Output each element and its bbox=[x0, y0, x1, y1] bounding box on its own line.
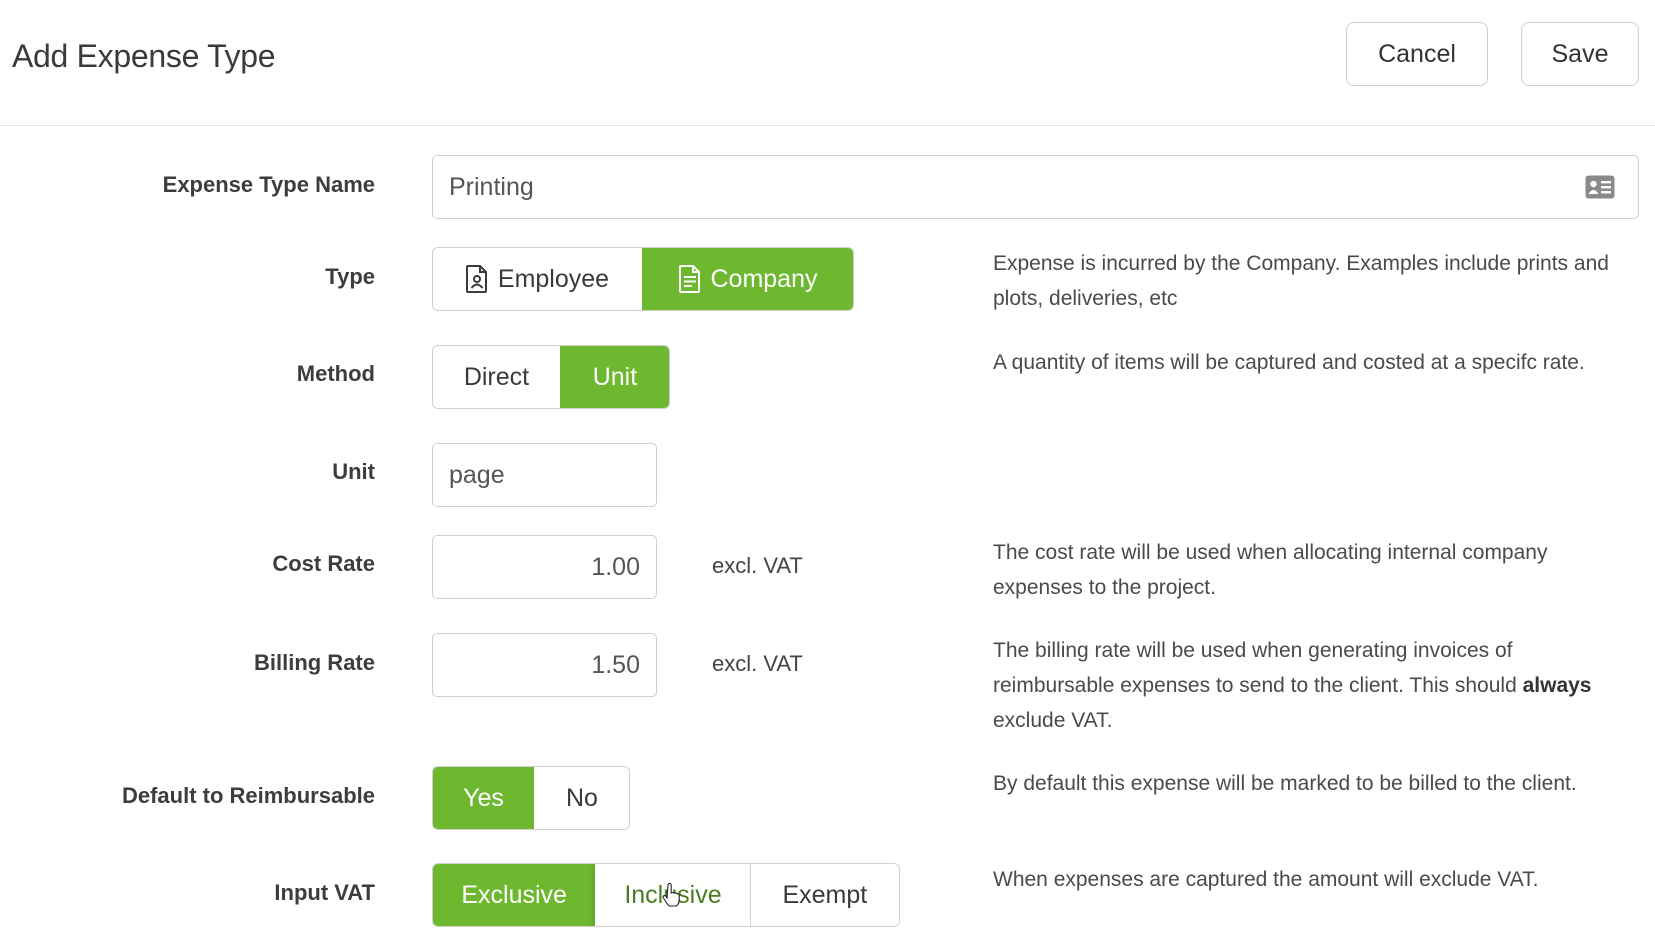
type-segmented-control: Employee Company bbox=[432, 247, 854, 311]
reimbursable-option-no[interactable]: No bbox=[533, 767, 629, 829]
cost-rate-help-text: The cost rate will be used when allocati… bbox=[993, 541, 1548, 599]
billing-rate-label: Billing Rate bbox=[253, 650, 375, 675]
save-button[interactable]: Save bbox=[1521, 22, 1639, 86]
billing-rate-help-bold: always bbox=[1522, 674, 1592, 697]
type-help-text: Expense is incurred by the Company. Exam… bbox=[993, 252, 1609, 310]
method-option-unit[interactable]: Unit bbox=[559, 346, 669, 408]
input-vat-help-text: When expenses are captured the amount wi… bbox=[993, 868, 1539, 891]
billing-rate-suffix: excl. VAT bbox=[712, 651, 803, 676]
unit-label: Unit bbox=[332, 459, 375, 484]
billing-rate-help-part1: The billing rate will be used when gener… bbox=[993, 639, 1523, 697]
reimbursable-segmented-control: Yes No bbox=[432, 766, 630, 830]
employee-document-icon bbox=[465, 265, 487, 293]
type-option-employee[interactable]: Employee bbox=[433, 248, 642, 310]
reimbursable-option-yes[interactable]: Yes bbox=[433, 767, 534, 829]
expense-type-name-label: Expense Type Name bbox=[162, 172, 375, 197]
input-vat-option-exclusive[interactable]: Exclusive bbox=[433, 864, 596, 926]
expense-type-name-input[interactable] bbox=[432, 155, 1639, 219]
billing-rate-help-part2: exclude VAT. bbox=[993, 709, 1113, 732]
cost-rate-suffix: excl. VAT bbox=[712, 553, 803, 578]
input-vat-segmented-control: Exclusive Inclusive Exempt bbox=[432, 863, 900, 927]
cost-rate-label: Cost Rate bbox=[272, 551, 375, 576]
cancel-button[interactable]: Cancel bbox=[1346, 22, 1488, 86]
reimbursable-label: Default to Reimbursable bbox=[121, 783, 375, 808]
input-vat-label: Input VAT bbox=[274, 880, 375, 905]
type-label: Type bbox=[325, 264, 375, 289]
type-option-company-label: Company bbox=[710, 264, 818, 293]
method-option-direct[interactable]: Direct bbox=[433, 346, 560, 408]
type-option-employee-label: Employee bbox=[497, 264, 610, 293]
company-document-icon bbox=[678, 265, 700, 293]
input-vat-option-exempt[interactable]: Exempt bbox=[749, 864, 899, 926]
method-segmented-control: Direct Unit bbox=[432, 345, 670, 409]
method-label: Method bbox=[296, 361, 375, 386]
page-title: Add Expense Type bbox=[12, 38, 276, 74]
cost-rate-input[interactable] bbox=[432, 535, 657, 599]
method-help-text: A quantity of items will be captured and… bbox=[993, 351, 1585, 374]
type-option-company[interactable]: Company bbox=[642, 248, 853, 310]
billing-rate-help-text: The billing rate will be used when gener… bbox=[993, 633, 1633, 738]
reimbursable-help-text: By default this expense will be marked t… bbox=[993, 772, 1577, 795]
billing-rate-input[interactable] bbox=[432, 633, 657, 697]
input-vat-option-inclusive[interactable]: Inclusive bbox=[595, 864, 750, 926]
page-header: Add Expense Type Cancel Save bbox=[0, 0, 1655, 126]
unit-input[interactable] bbox=[432, 443, 657, 507]
id-card-icon[interactable] bbox=[1585, 175, 1615, 199]
